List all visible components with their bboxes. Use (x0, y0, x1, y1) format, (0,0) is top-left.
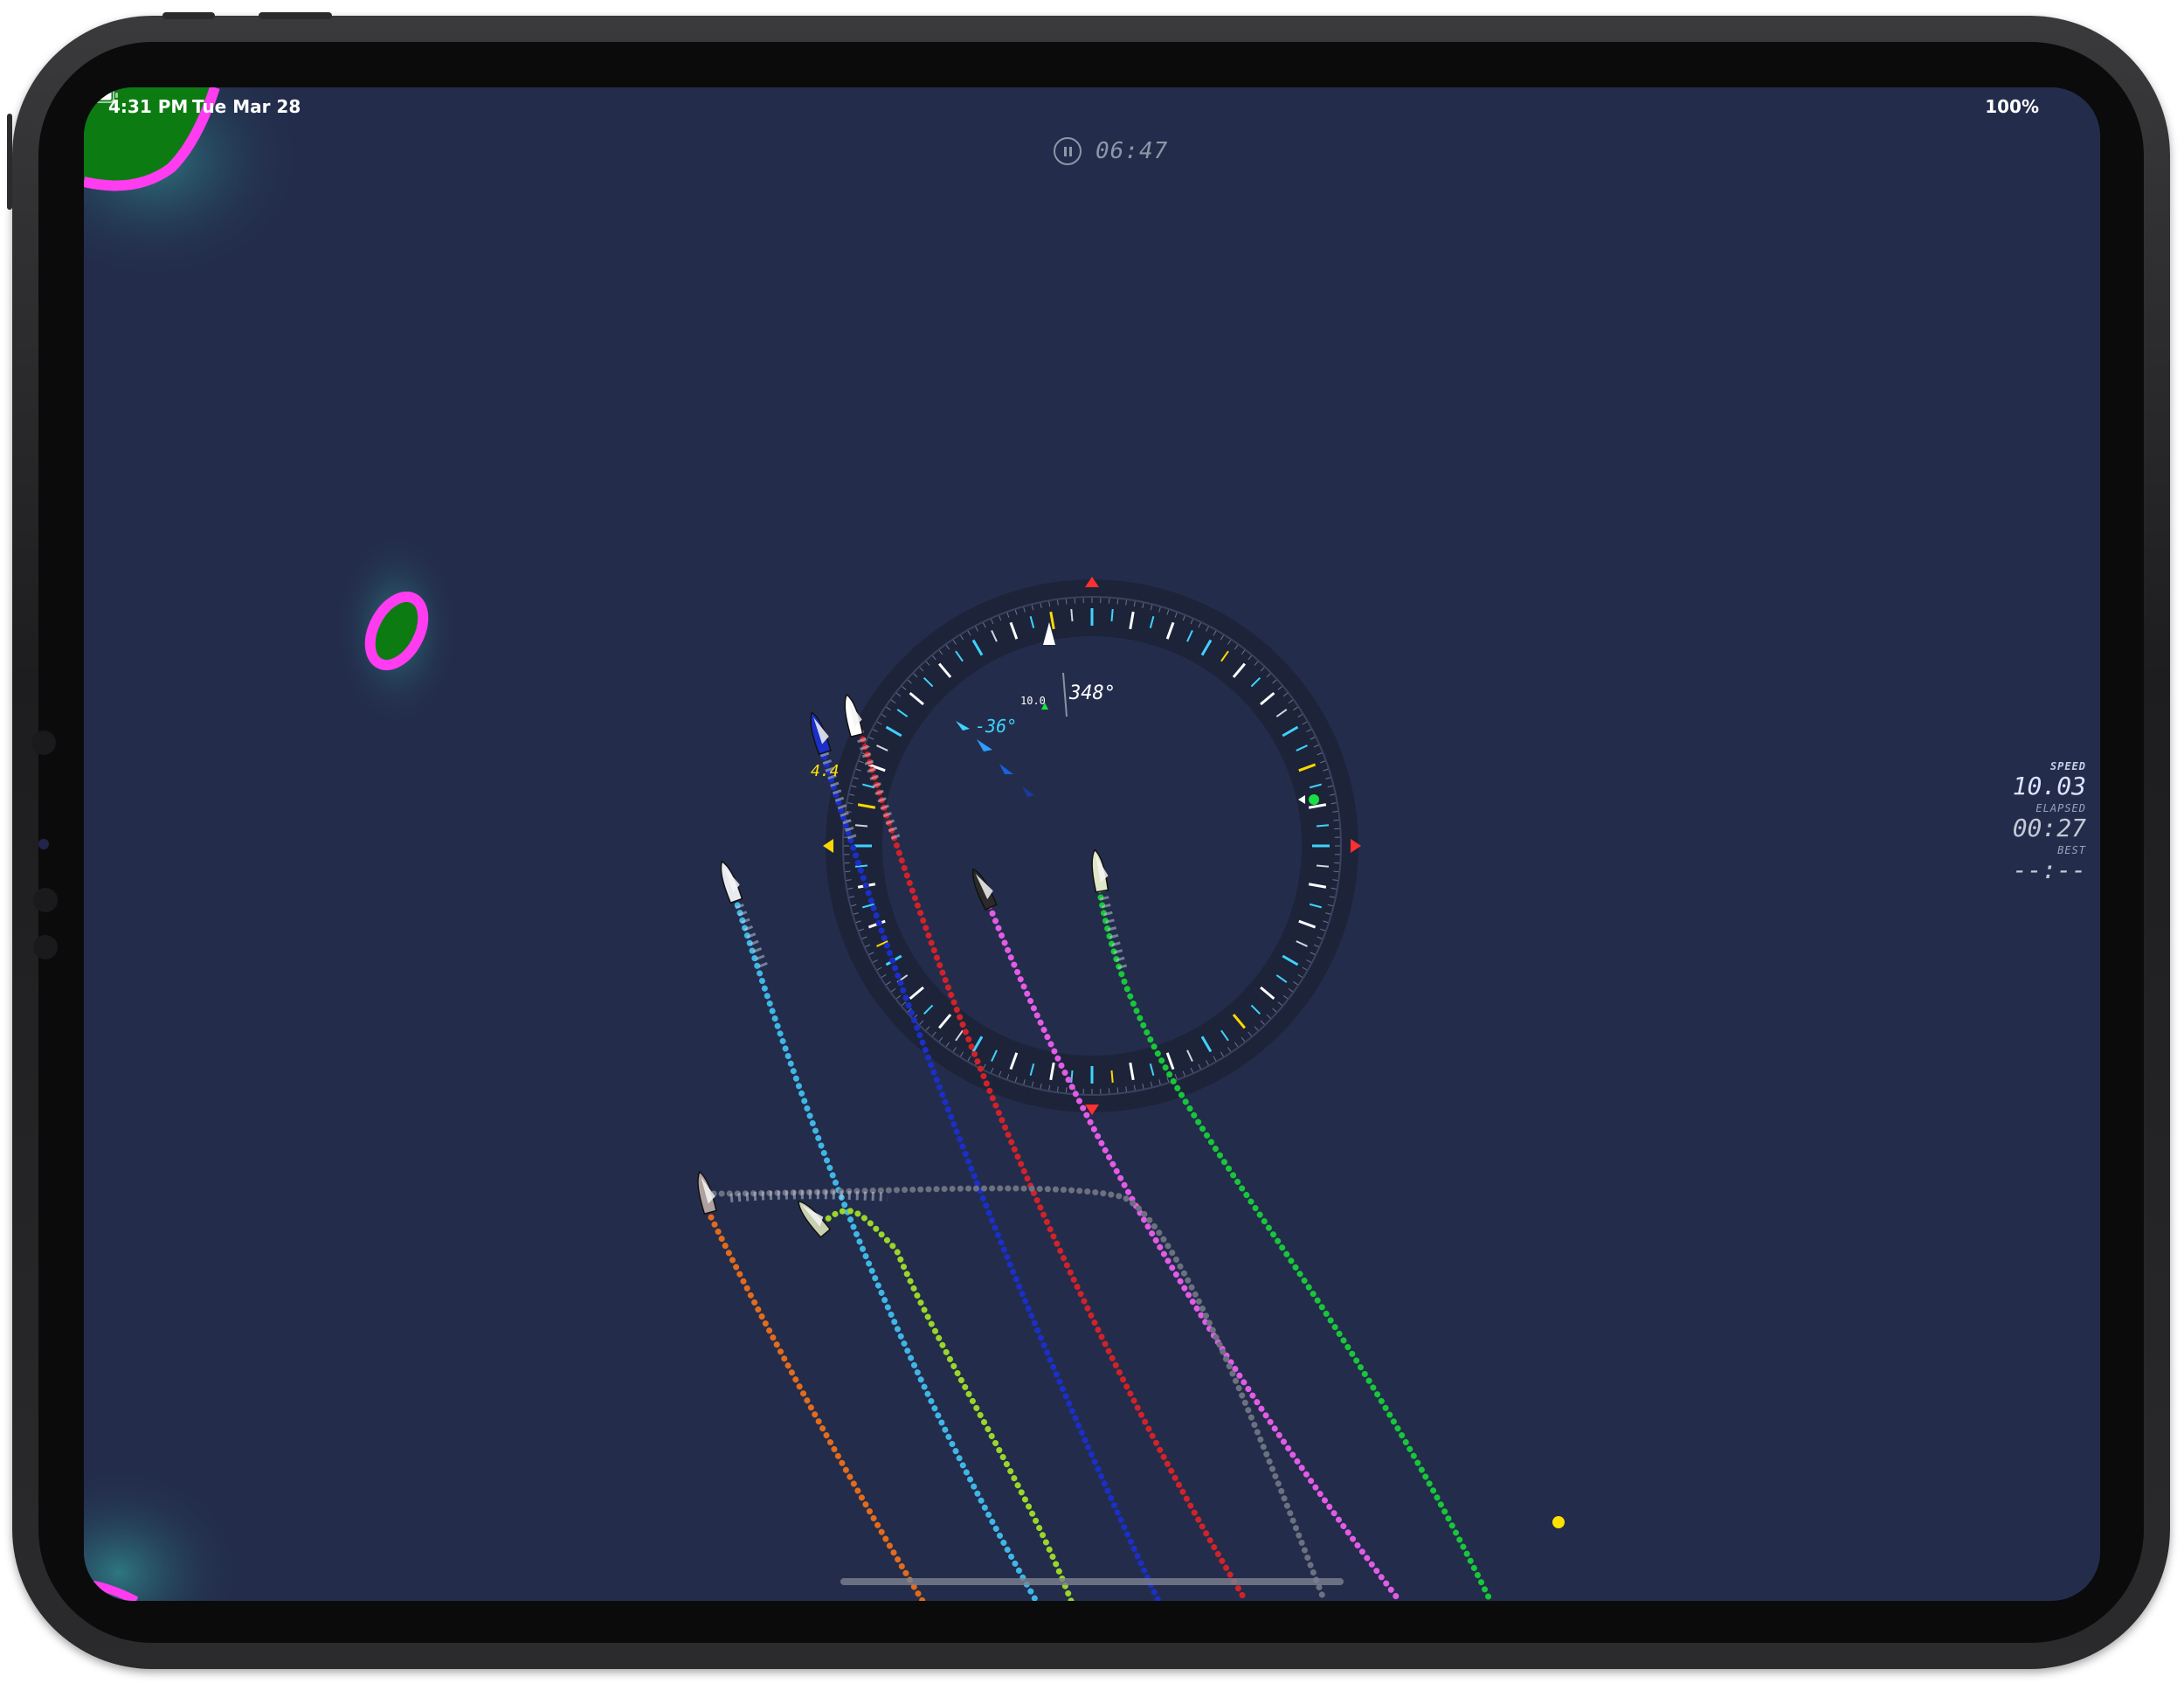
battery-icon (84, 87, 118, 103)
compass-fine-tick (1116, 599, 1119, 605)
stats-hud: SPEED 10.03 ELAPSED 00:27 BEST --:-- (1964, 760, 2086, 886)
compass-tick (1070, 1070, 1074, 1084)
compass-fine-tick (1333, 819, 1339, 821)
front-camera (38, 839, 49, 849)
compass-tick (1070, 608, 1074, 622)
home-indicator[interactable] (840, 1578, 1344, 1585)
volume-button-top (162, 12, 215, 19)
elapsed-value: 00:27 (2012, 814, 2086, 842)
compass-tick (1316, 824, 1330, 828)
best-value: --:-- (2012, 855, 2086, 884)
status-bar: 4:31 PM Tue Mar 28 100% (84, 87, 2100, 126)
game-screen[interactable]: 348° 10.0 -36° 4.4 4:31 PM Tue Mar 28 10… (84, 87, 2100, 1601)
best-label: BEST (2057, 844, 2086, 856)
compass-rose[interactable]: 348° 10.0 -36° (823, 577, 1361, 1115)
course-mark-buoy[interactable] (1552, 1516, 1565, 1528)
compass-fine-tick (1065, 599, 1068, 605)
battery-percent: 100% (1985, 96, 2039, 117)
compass-fine-tick (1333, 870, 1339, 873)
camera-dot (31, 731, 56, 755)
sensor-dot (33, 935, 58, 959)
compass-tick (1110, 1070, 1114, 1084)
speed-label: SPEED (2049, 760, 2086, 772)
status-date: Tue Mar 28 (192, 96, 301, 117)
compass-fine-tick (845, 870, 851, 873)
compass-fine-tick (1116, 1087, 1119, 1093)
wind-angle-readout: -36° (975, 716, 1017, 737)
sailing-map[interactable]: 348° 10.0 -36° 4.4 (84, 87, 2100, 1601)
compass-tick (1316, 864, 1330, 868)
status-time: 4:31 PM (108, 96, 189, 117)
speed-value: 10.03 (2012, 772, 2086, 800)
power-button (7, 114, 12, 210)
boat-speed-label: 4.4 (811, 762, 840, 780)
compass-tick (1110, 608, 1114, 622)
elapsed-label: ELAPSED (2035, 802, 2086, 814)
volume-button-bottom (259, 12, 332, 19)
pause-button[interactable] (1054, 137, 1082, 165)
compass-green-marker (1309, 794, 1319, 805)
wind-speed-readout: 10.0 (1020, 695, 1046, 707)
heading-readout: 348° (1068, 682, 1116, 704)
race-timer-value: 06:47 (1095, 138, 1169, 164)
compass-tick (854, 824, 868, 828)
compass-fine-tick (1065, 1087, 1068, 1093)
sensor-dot (33, 888, 58, 912)
